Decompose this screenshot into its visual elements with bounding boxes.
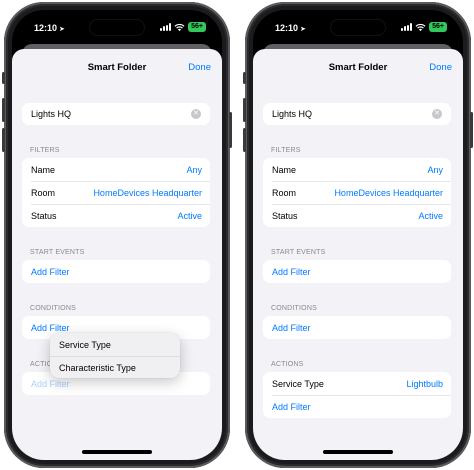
- menu-item-service-type[interactable]: Service Type: [50, 333, 180, 356]
- filters-header: FILTERS: [271, 147, 301, 154]
- filter-value: Any: [186, 165, 202, 175]
- start-events-header: START EVENTS: [30, 249, 85, 256]
- left-phone: 12:10 ➤ 56+ Smart Folder Done Lights HQ …: [2, 2, 232, 468]
- conditions-add-filter[interactable]: Add Filter: [263, 316, 451, 339]
- start-events-header: START EVENTS: [271, 249, 326, 256]
- status-icons: 56+: [401, 22, 447, 32]
- nav-bar: Smart Folder Done: [12, 49, 222, 83]
- start-events-group: Add Filter: [263, 260, 451, 283]
- right-phone: 12:10 ➤ 56+ Smart Folder Done Lights HQ …: [243, 2, 473, 468]
- filter-row-name[interactable]: Name Any: [22, 158, 210, 181]
- filters-group: Name Any Room HomeDevices Headquarter St…: [263, 158, 451, 227]
- filter-value: HomeDevices Headquarter: [334, 188, 443, 198]
- volume-up-button: [243, 98, 246, 122]
- actions-group: Service Type Lightbulb Add Filter: [263, 372, 451, 418]
- filter-row-room[interactable]: Room HomeDevices Headquarter: [22, 181, 210, 204]
- nav-bar: Smart Folder Done: [253, 49, 463, 83]
- smart-folder-sheet: Smart Folder Done Lights HQ ✕ FILTERS Na…: [12, 49, 222, 460]
- done-button[interactable]: Done: [429, 62, 452, 73]
- filter-label: Status: [272, 211, 298, 221]
- add-filter-label: Add Filter: [272, 402, 311, 412]
- cellular-signal-icon: [160, 23, 172, 31]
- start-events-group: Add Filter: [22, 260, 210, 283]
- actions-header: ACTIONS: [271, 361, 304, 368]
- name-input-value: Lights HQ: [31, 109, 72, 119]
- status-time: 12:10 ➤: [34, 23, 65, 33]
- home-indicator[interactable]: [323, 450, 393, 454]
- filter-label: Room: [272, 188, 297, 198]
- conditions-header: CONDITIONS: [271, 305, 317, 312]
- add-filter-label: Add Filter: [31, 267, 70, 277]
- cellular-signal-icon: [401, 23, 413, 31]
- actions-add-filter[interactable]: Add Filter: [263, 395, 451, 418]
- status-time: 12:10 ➤: [275, 23, 306, 33]
- power-button: [229, 112, 232, 148]
- status-bar: 12:10 ➤ 56+: [253, 10, 463, 44]
- left-screen: 12:10 ➤ 56+ Smart Folder Done Lights HQ …: [12, 10, 222, 460]
- location-arrow-icon: ➤: [59, 26, 65, 33]
- filter-label: Room: [31, 188, 56, 198]
- battery-indicator: 56+: [429, 22, 447, 32]
- mute-switch: [243, 72, 246, 84]
- filter-value: HomeDevices Headquarter: [93, 188, 202, 198]
- start-events-add-filter[interactable]: Add Filter: [263, 260, 451, 283]
- filters-group: Name Any Room HomeDevices Headquarter St…: [22, 158, 210, 227]
- add-filter-label: Add Filter: [31, 323, 70, 333]
- filter-value: Active: [418, 211, 443, 221]
- home-indicator[interactable]: [82, 450, 152, 454]
- filter-value: Any: [427, 165, 443, 175]
- time-text: 12:10: [34, 23, 58, 33]
- menu-item-label: Service Type: [59, 340, 111, 350]
- filter-row-room[interactable]: Room HomeDevices Headquarter: [263, 181, 451, 204]
- add-filter-label: Add Filter: [272, 323, 311, 333]
- filter-row-status[interactable]: Status Active: [263, 204, 451, 227]
- add-filter-label: Add Filter: [272, 267, 311, 277]
- dynamic-island: [331, 20, 385, 35]
- menu-item-characteristic-type[interactable]: Characteristic Type: [50, 355, 180, 379]
- right-screen: 12:10 ➤ 56+ Smart Folder Done Lights HQ …: [253, 10, 463, 460]
- status-icons: 56+: [160, 22, 206, 32]
- smart-folder-sheet: Smart Folder Done Lights HQ ✕ FILTERS Na…: [253, 49, 463, 460]
- time-text: 12:10: [275, 23, 299, 33]
- menu-item-label: Characteristic Type: [59, 362, 136, 373]
- power-button: [470, 112, 473, 148]
- location-arrow-icon: ➤: [300, 26, 306, 33]
- action-row-service-type[interactable]: Service Type Lightbulb: [263, 372, 451, 395]
- volume-down-button: [243, 128, 246, 152]
- filter-label: Name: [31, 165, 56, 175]
- action-label: Service Type: [272, 379, 324, 389]
- add-filter-menu: Service Type Characteristic Type: [50, 333, 180, 378]
- status-bar: 12:10 ➤ 56+: [12, 10, 222, 44]
- dynamic-island: [90, 20, 144, 35]
- conditions-group: Add Filter: [263, 316, 451, 339]
- volume-down-button: [2, 128, 5, 152]
- filter-label: Name: [272, 165, 297, 175]
- name-input-value: Lights HQ: [272, 109, 313, 119]
- clear-icon[interactable]: ✕: [191, 109, 201, 119]
- filters-header: FILTERS: [30, 147, 60, 154]
- filter-label: Status: [31, 211, 57, 221]
- conditions-header: CONDITIONS: [30, 305, 76, 312]
- name-input[interactable]: Lights HQ ✕: [263, 103, 451, 125]
- start-events-add-filter[interactable]: Add Filter: [22, 260, 210, 283]
- clear-icon[interactable]: ✕: [432, 109, 442, 119]
- battery-indicator: 56+: [188, 22, 206, 32]
- add-filter-label: Add Filter: [31, 379, 70, 389]
- mute-switch: [2, 72, 5, 84]
- wifi-icon: [174, 23, 185, 31]
- action-value: Lightbulb: [406, 379, 443, 389]
- name-input[interactable]: Lights HQ ✕: [22, 103, 210, 125]
- filter-value: Active: [177, 211, 202, 221]
- done-button[interactable]: Done: [188, 62, 211, 73]
- volume-up-button: [2, 98, 5, 122]
- wifi-icon: [415, 23, 426, 31]
- filter-row-name[interactable]: Name Any: [263, 158, 451, 181]
- filter-row-status[interactable]: Status Active: [22, 204, 210, 227]
